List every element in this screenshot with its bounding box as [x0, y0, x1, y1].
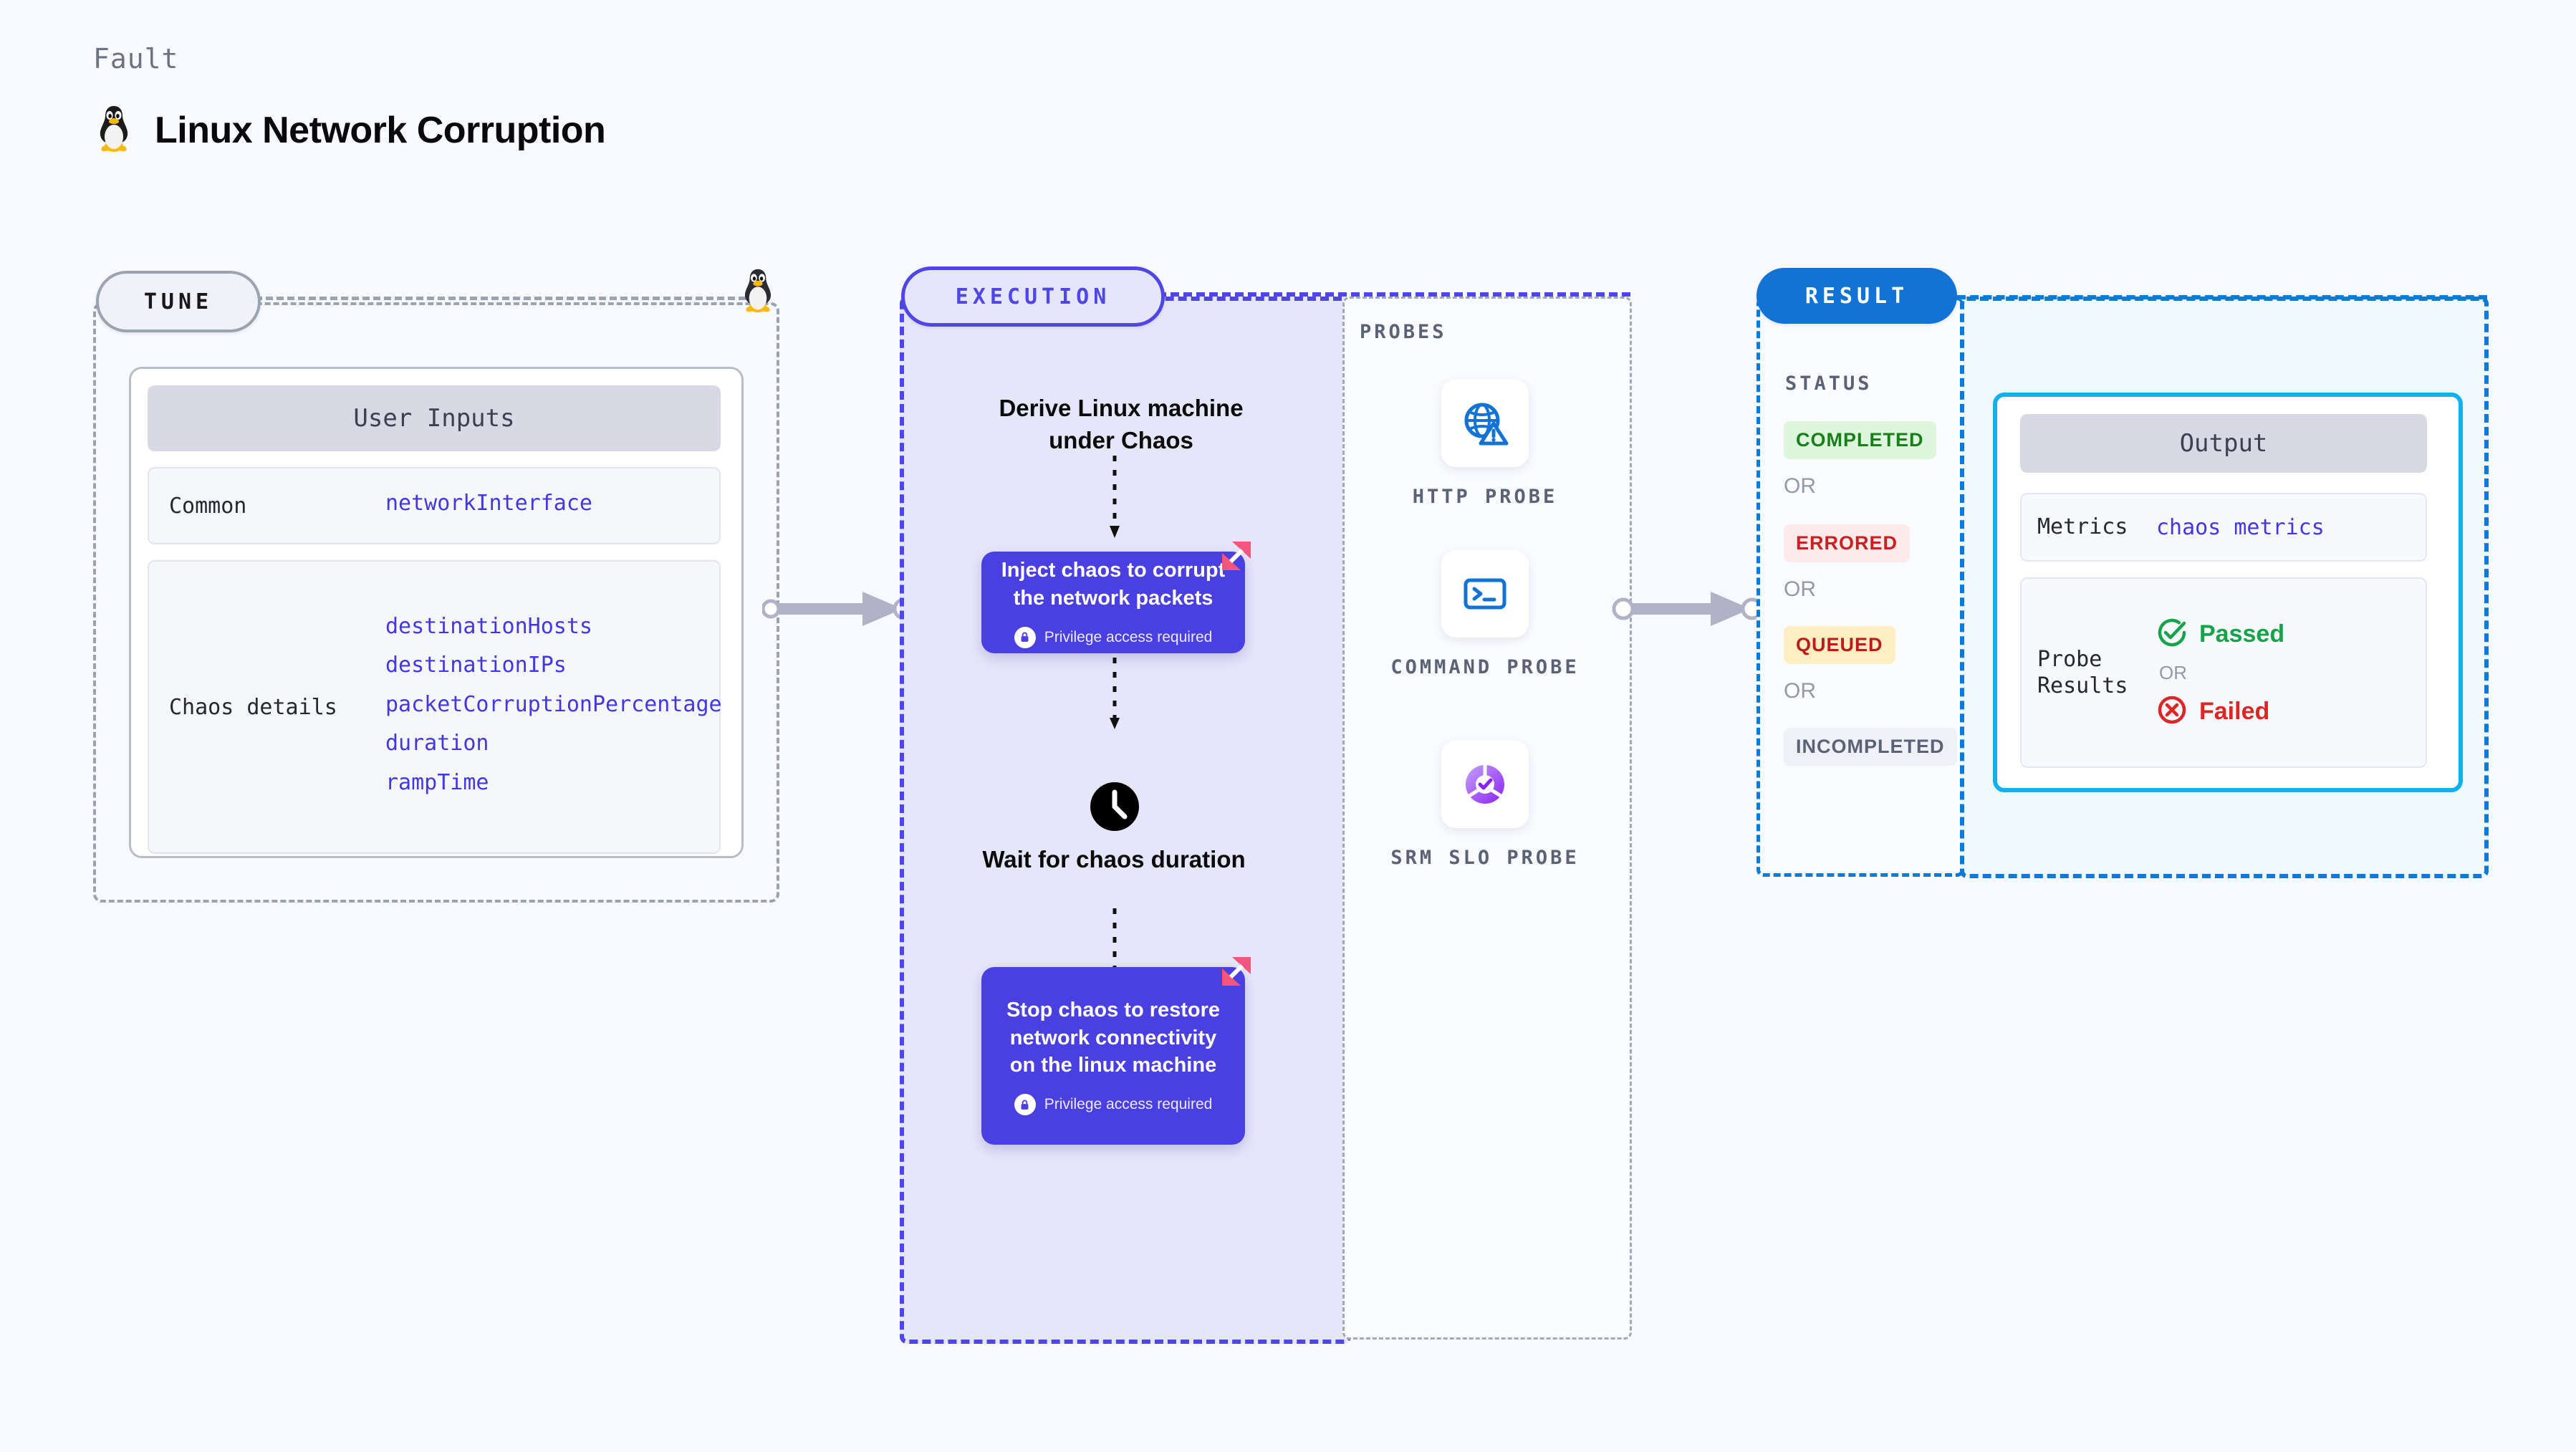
status-or-3: OR [1784, 679, 1816, 703]
probe-result-failed: Failed [2156, 694, 2284, 729]
lock-icon [1014, 626, 1036, 648]
probe-label: SRM SLO PROBE [1390, 847, 1580, 869]
result-pill-label: RESULT [1756, 268, 1957, 324]
status-title: STATUS [1785, 372, 1873, 395]
tune-row-values: networkInterface [385, 486, 592, 526]
tune-value: destinationIPs [385, 653, 567, 678]
tune-value: destinationHosts [385, 613, 592, 639]
probe-label: HTTP PROBE [1412, 486, 1558, 508]
output-row-probe-results: Probe Results Passed OR Failed [2020, 577, 2427, 768]
user-inputs-title: User Inputs [148, 385, 721, 451]
probe-results-values: Passed OR Failed [2156, 617, 2284, 729]
output-card-title: Output [2020, 414, 2427, 473]
arrow-tune-to-execution [761, 587, 920, 634]
output-row-key: Probe Results [2037, 646, 2128, 699]
arrow-execution-to-result [1610, 587, 1768, 634]
slo-donut-check-icon [1441, 741, 1529, 828]
tune-row-values: destinationHosts destinationIPs packetCo… [385, 610, 722, 805]
execution-stop-chaos-box: Stop chaos to restore network connectivi… [981, 957, 1251, 1145]
tune-pill-label: TUNE [96, 271, 261, 332]
tune-value: packetCorruptionPercentage [385, 691, 722, 717]
linux-tux-corner-icon [738, 266, 778, 317]
failed-label: Failed [2199, 697, 2270, 725]
page-title-row: Linux Network Corruption [93, 103, 606, 157]
privilege-notice: Privilege access required [1014, 626, 1213, 648]
status-or-1: OR [1784, 474, 1816, 498]
execution-connector-dash [1158, 292, 1630, 297]
chaos-badge-icon [1218, 953, 1255, 994]
execution-step-wait-label: Wait for chaos duration [982, 846, 1246, 872]
status-or-2: OR [1784, 577, 1816, 601]
privilege-text: Privilege access required [1044, 628, 1213, 645]
tune-value: duration [385, 731, 489, 756]
tune-value: networkInterface [385, 490, 592, 516]
output-metrics-value: chaos metrics [2156, 514, 2325, 540]
tune-row-key: Common [169, 493, 247, 519]
execution-step-text: Inject chaos to corrupt the network pack… [1001, 559, 1226, 610]
result-connector-dash [1957, 295, 2487, 299]
tune-value: rampTime [385, 769, 489, 795]
status-badge-queued: QUEUED [1784, 626, 1895, 664]
probe-result-passed: Passed [2156, 617, 2284, 652]
flow-connector-1 [1110, 456, 1120, 538]
output-row-metrics: Metrics chaos metrics [2020, 493, 2427, 562]
execution-step-text: Stop chaos to restore network connectivi… [1006, 998, 1221, 1077]
probe-command[interactable]: COMMAND PROBE [1342, 550, 1628, 681]
privilege-text: Privilege access required [1044, 1096, 1213, 1113]
probe-srm-slo[interactable]: SRM SLO PROBE [1342, 741, 1628, 872]
page-header: Fault Linux Network Corruption [93, 43, 606, 157]
probe-http[interactable]: HTTP PROBE [1342, 380, 1628, 511]
fault-kicker: Fault [93, 43, 179, 74]
execution-pill-label: EXECUTION [901, 266, 1165, 327]
x-circle-icon [2156, 694, 2188, 729]
probe-label: COMMAND PROBE [1390, 656, 1580, 678]
execution-step-derive-label: Derive Linux machine under Chaos [999, 395, 1244, 453]
output-row-key: Metrics [2037, 514, 2128, 540]
chaos-badge-icon [1218, 537, 1255, 578]
status-badge-incompleted: INCOMPLETED [1784, 728, 1957, 766]
page-title: Linux Network Corruption [155, 109, 606, 151]
clock-icon [1089, 781, 1140, 836]
status-badge-errored: ERRORED [1784, 524, 1911, 562]
terminal-icon [1441, 550, 1529, 638]
status-badge-completed: COMPLETED [1784, 421, 1936, 459]
check-circle-icon [2156, 617, 2188, 652]
tune-row-chaos-details: Chaos details destinationHosts destinati… [148, 560, 722, 854]
probes-title: PROBES [1360, 321, 1447, 343]
privilege-notice: Privilege access required [1014, 1094, 1213, 1116]
tune-row-key: Chaos details [169, 694, 337, 720]
probe-result-or: OR [2159, 661, 2187, 683]
flow-connector-2 [1110, 658, 1120, 729]
tune-connector-dash [255, 297, 756, 300]
execution-inject-chaos-box: Inject chaos to corrupt the network pack… [981, 542, 1251, 653]
globe-warning-icon [1441, 380, 1529, 467]
lock-icon [1014, 1094, 1036, 1116]
linux-tux-icon [93, 103, 135, 157]
passed-label: Passed [2199, 620, 2285, 648]
tune-row-common: Common networkInterface [148, 467, 721, 544]
